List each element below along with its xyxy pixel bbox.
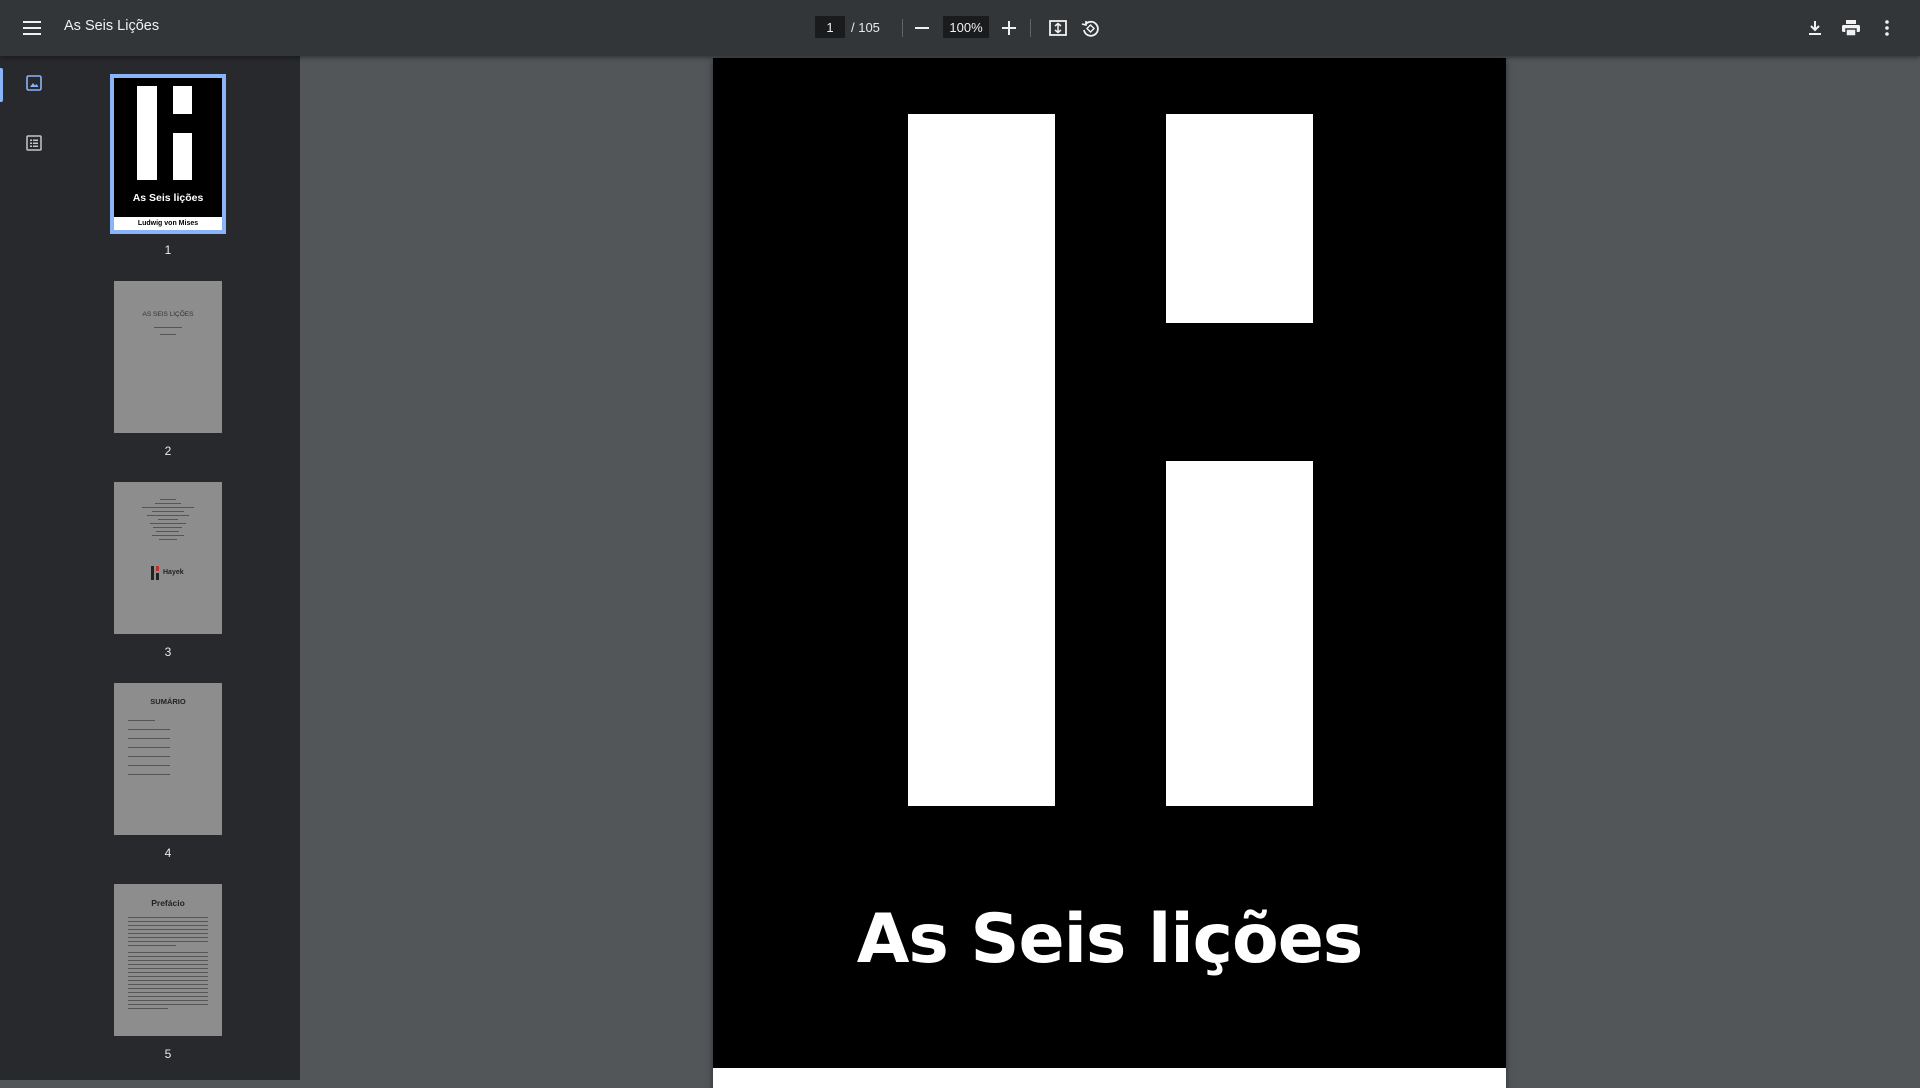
thumb-cover-title: As Seis lições (132, 192, 204, 204)
download-icon[interactable] (1801, 14, 1829, 42)
plus-icon[interactable] (995, 14, 1023, 42)
thumbnail-number: 4 (164, 846, 172, 860)
cover-logo-block (1166, 114, 1313, 323)
thumbnail-view-button[interactable] (0, 65, 68, 105)
zoom-level-input[interactable] (943, 16, 989, 38)
thumb-publisher-name: Hayek (163, 569, 184, 576)
thumb-page-heading: AS SEIS LIÇÕES (142, 311, 194, 318)
toolbar-divider (1030, 19, 1031, 37)
cover-logo-block (1166, 461, 1313, 806)
print-icon[interactable] (1837, 14, 1865, 42)
menu-icon[interactable] (18, 14, 46, 42)
more-vert-icon[interactable] (1873, 14, 1901, 42)
thumb-cover-author: Ludwig von Mises (114, 217, 222, 230)
minus-icon[interactable] (908, 14, 936, 42)
thumb-text-line (160, 334, 176, 335)
thumb-page-heading: SUMÁRIO (150, 697, 186, 706)
thumbnail-number: 1 (164, 243, 172, 257)
page-thumbnail-1[interactable]: As Seis lições Ludwig von Mises (110, 74, 226, 234)
outline-icon (26, 134, 42, 156)
hayek-logo-icon (156, 573, 159, 580)
outline-view-button[interactable] (0, 125, 68, 165)
page-thumbnail-4[interactable]: SUMÁRIO (114, 683, 222, 835)
toolbar-divider (902, 19, 903, 37)
cover-logo-bar (137, 86, 157, 180)
document-title: As Seis Lições (64, 18, 160, 34)
cover-footer-strip (713, 1068, 1506, 1088)
page-thumbnail-3[interactable]: Hayek (114, 482, 222, 634)
page-thumbnail-2[interactable]: AS SEIS LIÇÕES (114, 281, 222, 433)
hayek-logo-icon (156, 566, 159, 571)
cover-logo-block (173, 86, 192, 114)
page-thumbnail-5[interactable]: Prefácio (114, 884, 222, 1036)
thumbnail-icon (26, 74, 42, 96)
thumbnail-number: 2 (164, 444, 172, 458)
pdf-page-1: As Seis lições (713, 58, 1506, 1088)
thumb-text-block (142, 496, 194, 543)
sidebar-rail (0, 56, 68, 1080)
page-total-label: / 105 (851, 19, 880, 35)
page-selector: / 105 (815, 16, 880, 38)
fit-page-icon[interactable] (1044, 14, 1072, 42)
hayek-logo-icon (151, 566, 154, 580)
cover-logo-block (173, 133, 192, 180)
document-viewer[interactable]: As Seis lições (300, 56, 1920, 1088)
thumbnail-number: 3 (164, 645, 172, 659)
page-number-input[interactable] (815, 16, 845, 38)
pdf-toolbar: As Seis Lições / 105 (0, 0, 1920, 56)
cover-title: As Seis lições (856, 900, 1364, 979)
thumbnail-number: 5 (164, 1047, 172, 1061)
thumb-page-heading: Prefácio (151, 898, 185, 908)
thumb-text-line (154, 327, 182, 328)
cover-logo-bar (908, 114, 1055, 806)
thumb-text-block (128, 717, 188, 778)
thumb-text-block (128, 914, 208, 1012)
rotate-icon[interactable] (1076, 14, 1104, 42)
thumbnail-panel: As Seis lições Ludwig von Mises 1 AS SEI… (68, 56, 300, 1080)
